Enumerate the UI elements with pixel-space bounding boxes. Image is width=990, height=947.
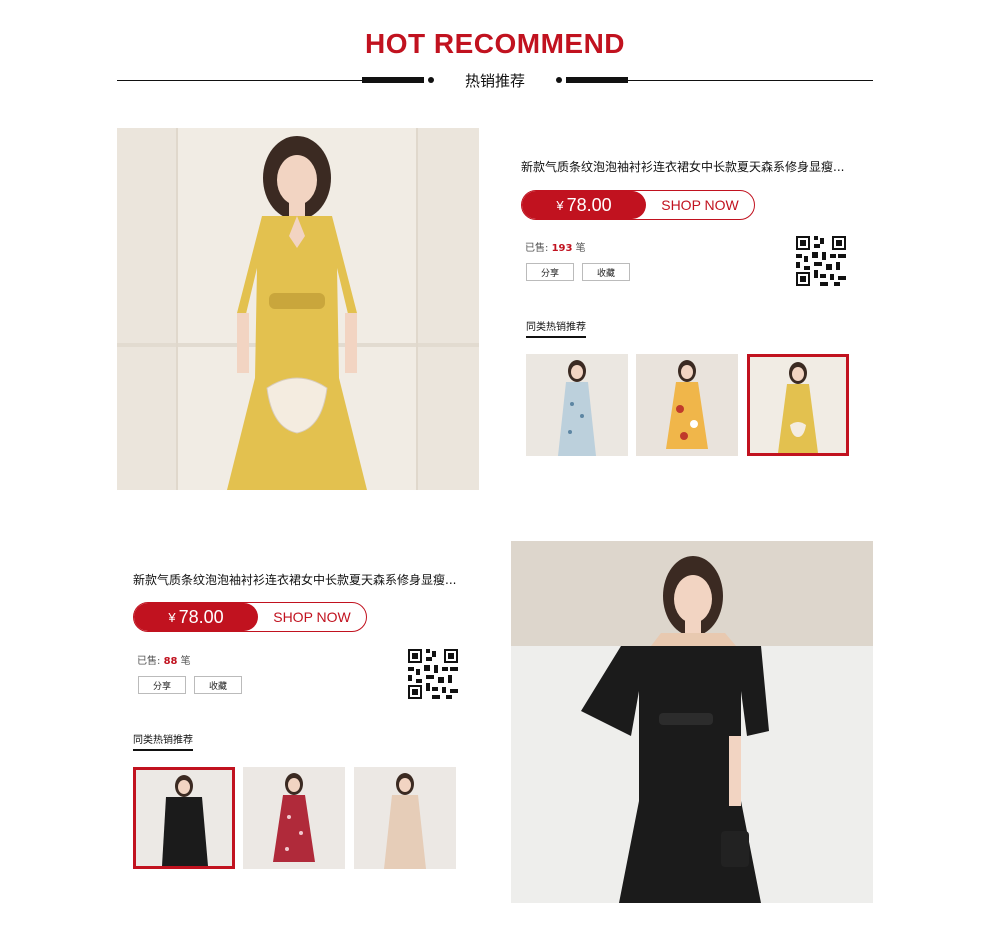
header-divider-left [117,80,362,81]
similar-hot-label: 同类热销推荐 [133,731,193,751]
currency-symbol: ¥ [556,197,564,213]
thumbnail-selected[interactable] [747,354,849,456]
sold-suffix: 笔 [180,656,191,667]
header-dot-right [556,77,562,83]
header-divider-right [628,80,873,81]
product-image[interactable] [117,128,479,490]
qr-code-icon [408,649,458,699]
header-dot-left [428,77,434,83]
favorite-button[interactable]: 收藏 [194,676,242,694]
price-tag: ¥ 78.00 [522,191,646,219]
sold-prefix: 已售: [137,656,161,667]
shop-now-button[interactable]: SHOP NOW [258,603,366,631]
section-title: HOT RECOMMEND [364,28,626,59]
thumbnail[interactable] [636,354,738,456]
section-subtitle: 热销推荐 [464,72,525,90]
currency-symbol: ¥ [168,609,176,625]
price-pill: ¥ 78.00 SHOP NOW [521,190,755,220]
share-button[interactable]: 分享 [526,263,574,281]
shop-now-button[interactable]: SHOP NOW [646,191,754,219]
product-title[interactable]: 新款气质条纹泡泡袖衬衫连衣裙女中长款夏天森系修身显瘦... [521,158,844,175]
favorite-button[interactable]: 收藏 [582,263,630,281]
header-bar-left [362,77,424,83]
price-tag: ¥ 78.00 [134,603,258,631]
similar-hot-label: 同类热销推荐 [526,318,586,338]
sold-prefix: 已售: [525,243,549,254]
thumbnail[interactable] [243,767,345,869]
price-pill: ¥ 78.00 SHOP NOW [133,602,367,632]
price-value: 78.00 [178,606,224,627]
price-value: 78.00 [566,194,612,215]
sold-count: 已售: 88 笔 [137,652,191,667]
qr-code-icon [796,236,846,286]
sold-number: 88 [163,656,178,667]
product-image[interactable] [511,541,873,903]
share-button[interactable]: 分享 [138,676,186,694]
sold-number: 193 [551,243,573,254]
header-bar-right [566,77,628,83]
thumbnail[interactable] [354,767,456,869]
product-title[interactable]: 新款气质条纹泡泡袖衬衫连衣裙女中长款夏天森系修身显瘦... [133,571,456,588]
thumbnail-selected[interactable] [133,767,235,869]
sold-count: 已售: 193 笔 [525,239,586,254]
thumbnail[interactable] [526,354,628,456]
sold-suffix: 笔 [575,243,586,254]
